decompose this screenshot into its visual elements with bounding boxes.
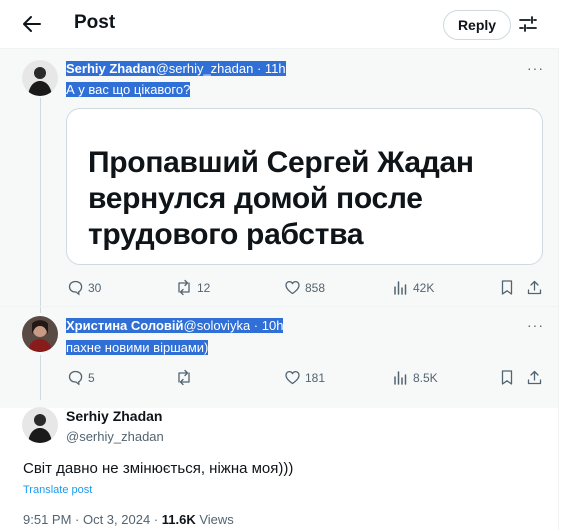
tweet-text-content: А у вас що цікавого? [66, 82, 191, 97]
views-label: Views [195, 512, 234, 527]
separator: · [250, 318, 262, 333]
back-arrow-icon[interactable] [20, 12, 44, 36]
separator: · [253, 61, 265, 76]
author-name[interactable]: Serhiy Zhadan [66, 408, 162, 424]
repost-count: 12 [197, 280, 211, 295]
column-border [558, 48, 559, 530]
card-headline: Пропавший Сергей Жадан вернулся домой по… [88, 145, 474, 253]
author-handle[interactable]: @serhiy_zhadan [66, 429, 164, 444]
repost-icon [178, 279, 190, 296]
author-name[interactable]: Serhiy Zhadan [66, 61, 156, 76]
more-icon[interactable]: ··· [527, 317, 544, 333]
reply-count: 5 [88, 370, 95, 385]
tweet-header: Христина Соловій@soloviyka · 10h [66, 318, 284, 333]
repost-action[interactable]: 12 [175, 279, 210, 296]
card-line: Пропавший Сергей Жадан [88, 146, 474, 179]
card-line: трудового рабства [88, 218, 364, 251]
adjust-icon[interactable] [517, 13, 539, 35]
more-icon[interactable]: ··· [527, 60, 544, 76]
media-card[interactable]: Пропавший Сергей Жадан вернулся домой по… [66, 108, 543, 265]
like-count: 858 [305, 280, 326, 295]
page-title: Post [74, 12, 116, 33]
author-handle[interactable]: @soloviyka [183, 318, 251, 333]
post-meta: 9:51 PM · Oct 3, 2024 · 11.6K Views [23, 512, 234, 527]
view-count: 8.5K [413, 370, 438, 385]
reply-icon [68, 280, 83, 296]
bookmark-icon[interactable] [499, 279, 515, 296]
like-action[interactable]: 858 [284, 279, 325, 296]
views-icon [394, 371, 407, 385]
share-icon[interactable] [526, 279, 543, 296]
reply-icon [68, 370, 83, 386]
card-line: вернулся домой после [88, 182, 423, 215]
post-timestamp[interactable]: 9:51 PM · Oct 3, 2024 · [23, 512, 162, 527]
reply-action[interactable]: 5 [67, 369, 95, 386]
avatar[interactable] [22, 60, 58, 96]
tweet-header: Serhiy Zhadan@serhiy_zhadan · 11h [66, 61, 286, 76]
share-icon[interactable] [526, 369, 543, 386]
like-action[interactable]: 181 [284, 369, 325, 386]
view-count: 11.6K [161, 512, 196, 527]
thread-line [40, 355, 41, 400]
reply-count: 30 [88, 280, 102, 295]
bookmark-icon[interactable] [499, 369, 515, 386]
views-icon [394, 281, 407, 295]
avatar[interactable] [22, 407, 58, 443]
tweet-text: А у вас що цікавого? [66, 82, 191, 97]
thread-line [40, 98, 41, 313]
author-handle[interactable]: @serhiy_zhadan [155, 61, 254, 76]
like-count: 181 [305, 370, 326, 385]
avatar[interactable] [22, 316, 58, 352]
view-count: 42K [413, 280, 435, 295]
reply-button[interactable]: Reply [443, 10, 511, 40]
top-bar: Post Reply [0, 0, 578, 48]
views-action[interactable]: 8.5K [392, 369, 438, 386]
like-icon [285, 280, 300, 295]
tweet-text-content: пахне новими віршами) [66, 340, 209, 355]
post-text: Світ давно не змінюється, ніжна моя))) [23, 460, 294, 477]
like-icon [285, 370, 300, 385]
divider [0, 306, 558, 307]
author-name[interactable]: Христина Соловій [66, 318, 184, 333]
repost-icon [178, 369, 190, 386]
reply-action[interactable]: 30 [67, 279, 101, 296]
timestamp[interactable]: 10h [261, 318, 284, 333]
tweet-text: пахне новими віршами) [66, 340, 209, 355]
repost-action[interactable] [175, 369, 193, 386]
views-action[interactable]: 42K [392, 279, 434, 296]
divider [0, 48, 558, 49]
translate-link[interactable]: Translate post [23, 484, 92, 496]
timestamp[interactable]: 11h [264, 61, 286, 76]
